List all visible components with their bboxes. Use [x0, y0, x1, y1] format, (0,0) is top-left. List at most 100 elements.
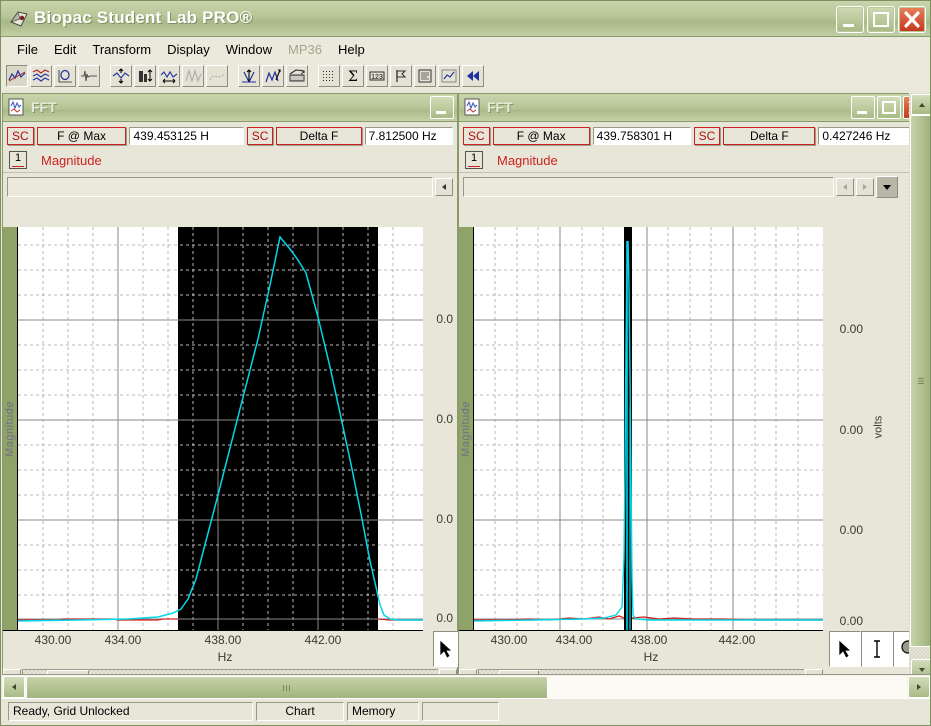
mdi-hscroll-thumb[interactable]	[26, 675, 548, 700]
fft-right-channel-row: 1 Magnitude	[459, 148, 930, 173]
fft-right-scroll-right-button[interactable]	[856, 178, 874, 196]
fft-right-sc-button-2[interactable]: SC	[693, 127, 721, 145]
fft-right-xlabel: Hz	[643, 650, 659, 664]
fft-right-xtick-2: 438.00	[630, 633, 668, 647]
mdi-hscroll-track[interactable]	[26, 675, 907, 700]
minimize-button[interactable]	[836, 6, 864, 33]
fft-right-ylabel: Magnitude	[460, 400, 472, 457]
fft-right-channel-number[interactable]: 1	[465, 151, 483, 169]
fft-left-scroll-left-button[interactable]	[435, 178, 453, 196]
fft-left-window-controls	[430, 96, 454, 119]
fft-right-measurement-1-value: 439.758301 H	[592, 127, 691, 145]
fft-right-measurement-2-name[interactable]: Delta F	[723, 127, 816, 145]
fft-right-sc-button-1[interactable]: SC	[463, 127, 490, 145]
fft-right-ytick-0: 0.00	[839, 322, 863, 336]
fft-right-scroll-left-button[interactable]	[836, 178, 854, 196]
overlap-waveforms-icon	[182, 65, 204, 87]
multiple-waveforms-icon[interactable]	[30, 65, 52, 87]
digits-icon[interactable]: 123	[366, 65, 388, 87]
status-message: Ready, Grid Unlocked	[8, 702, 253, 721]
fft-left-plot-area: Magnitude 0.0 0.0 0.0 0.0 430.00 434.00 …	[3, 227, 459, 689]
notes-icon[interactable]	[414, 65, 436, 87]
status-pane-memory: Memory	[347, 702, 419, 721]
rewind-icon[interactable]	[462, 65, 484, 87]
fft-left-measurement-1-name[interactable]: F @ Max	[36, 127, 127, 145]
fft-right-top-scroll-strip	[459, 173, 930, 201]
mdi-hscroll-right-button[interactable]	[908, 675, 930, 698]
fft-right-cursor-tool-arrow[interactable]	[829, 631, 861, 667]
graph-icon[interactable]	[438, 65, 460, 87]
fft-right-canvas[interactable]	[473, 227, 824, 630]
autoscale-horizontal-icon[interactable]	[134, 65, 156, 87]
fft-right-top-scroll-track[interactable]	[463, 177, 834, 197]
fft-right-maximize-button[interactable]	[877, 96, 901, 119]
maximize-button[interactable]	[867, 6, 895, 33]
arrow-cursor-icon	[838, 639, 852, 659]
fft-left-xtick-2: 438.00	[204, 633, 242, 647]
show-grid-waveform-icon[interactable]	[6, 65, 28, 87]
title-bar: Biopac Student Lab PRO®	[1, 1, 930, 37]
menu-help[interactable]: Help	[330, 40, 373, 59]
i-beam-cursor-icon	[874, 640, 880, 658]
fft-left-ytick-2: 0.0	[436, 512, 453, 526]
fft-right-plot-area: Magnitude 0.00 0.00 0.00 0.00 volts 430.…	[459, 227, 930, 689]
menu-transform[interactable]: Transform	[84, 40, 159, 59]
grid-icon[interactable]	[318, 65, 340, 87]
close-button[interactable]	[898, 6, 926, 33]
status-pane-extra	[422, 702, 499, 721]
fft-left-sc-button-1[interactable]: SC	[7, 127, 34, 145]
menu-file[interactable]: File	[9, 40, 46, 59]
fft-right-measurement-row: SC F @ Max 439.758301 H SC Delta F 0.427…	[459, 122, 930, 148]
fft-right-minimize-button[interactable]	[851, 96, 875, 119]
fft-right-cursor-tool-ibeam[interactable]	[861, 631, 893, 667]
fft-left-sc-button-2[interactable]: SC	[246, 127, 274, 145]
zoom-region-icon[interactable]	[262, 65, 284, 87]
fft-right-xtick-1: 434.00	[555, 633, 593, 647]
window-controls	[836, 6, 926, 33]
fft-left-measurement-row: SC F @ Max 439.453125 H SC Delta F 7.812…	[3, 122, 457, 148]
single-waveform-icon[interactable]	[78, 65, 100, 87]
xy-plot-icon[interactable]	[54, 65, 76, 87]
fft-left-channel-row: 1 Magnitude	[3, 148, 457, 173]
fft-right-ytick-3: 0.00	[839, 614, 863, 628]
fft-right-ytick-2: 0.00	[839, 523, 863, 537]
scatter-plot-icon	[206, 65, 228, 87]
fft-left-title-bar: FFT	[3, 94, 457, 122]
fft-left-top-scroll-track[interactable]	[7, 177, 433, 197]
fft-left-ytick-pane: 0.0 0.0 0.0 0.0	[423, 227, 457, 630]
fft-left-canvas[interactable]	[17, 227, 424, 630]
fft-left-measurement-2-name[interactable]: Delta F	[276, 127, 362, 145]
mdi-hscroll-left-button[interactable]	[3, 675, 25, 698]
fft-left-title: FFT	[31, 99, 57, 115]
fft-window-right: FFT SC F @ Max 439.758301 H SC Delta F 0…	[458, 93, 930, 689]
svg-text:123: 123	[371, 74, 383, 81]
menu-window[interactable]: Window	[218, 40, 280, 59]
svg-text:Σ: Σ	[348, 69, 358, 84]
mdi-vertical-scrollbar[interactable]	[909, 93, 930, 682]
fft-window-icon	[8, 98, 26, 116]
marker-flag-icon[interactable]	[390, 65, 412, 87]
fft-left-xtick-3: 442.00	[304, 633, 342, 647]
fft-left-top-scroll-strip	[3, 173, 457, 201]
fft-left-minimize-button[interactable]	[430, 96, 454, 119]
menu-display[interactable]: Display	[159, 40, 218, 59]
zoom-tool-icon[interactable]	[238, 65, 260, 87]
fft-right-scroll-dropdown-button[interactable]	[876, 176, 898, 198]
arrow-cursor-icon	[439, 639, 453, 659]
fft-right-ytick-1: 0.00	[839, 423, 863, 437]
mdi-horizontal-scrollbar[interactable]	[2, 674, 930, 700]
fft-left-channel-number[interactable]: 1	[9, 151, 27, 169]
menu-edit[interactable]: Edit	[46, 40, 84, 59]
zoom-previous-icon[interactable]	[158, 65, 180, 87]
fft-left-channel-label[interactable]: Magnitude	[41, 153, 102, 168]
autoscale-waveforms-icon[interactable]	[110, 65, 132, 87]
mdi-vscroll-thumb[interactable]	[910, 115, 930, 647]
fft-right-channel-label[interactable]: Magnitude	[497, 153, 558, 168]
fft-right-measurement-1-name[interactable]: F @ Max	[492, 127, 590, 145]
mdi-vscroll-up-button[interactable]	[911, 94, 930, 115]
status-pane-chart: Chart	[256, 702, 344, 721]
sigma-icon[interactable]: Σ	[342, 65, 364, 87]
fft-left-cursor-tool-arrow[interactable]	[433, 631, 459, 667]
journal-icon[interactable]	[286, 65, 308, 87]
fft-left-measurement-1-value: 439.453125 H	[129, 127, 244, 145]
